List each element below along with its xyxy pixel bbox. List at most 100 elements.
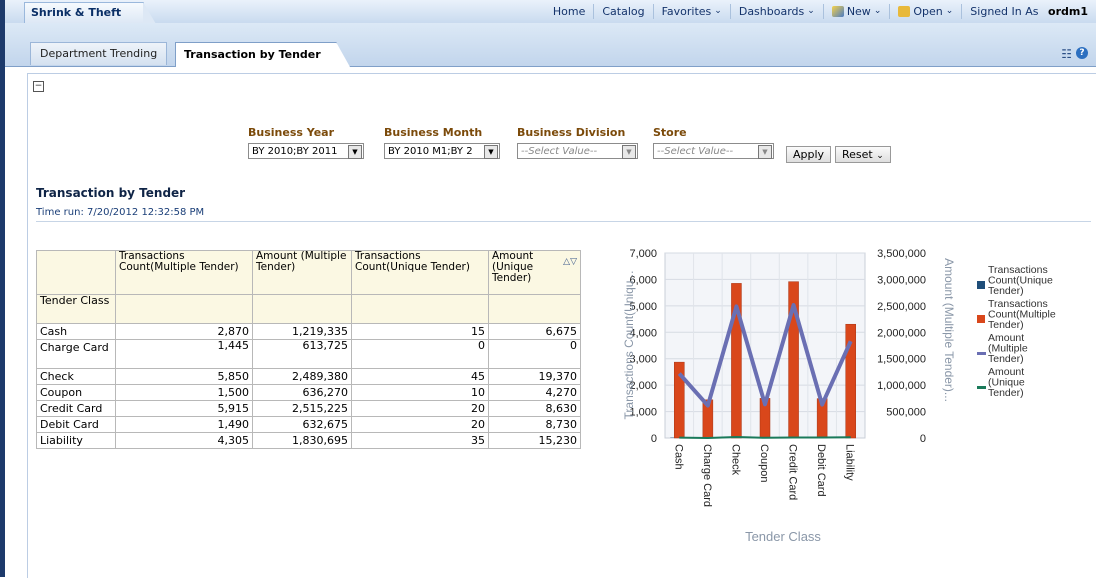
global-nav: Home Catalog Favorites⌄ Dashboards⌄ New⌄… (545, 0, 1096, 23)
prompt-business-month: Business Month BY 2010 M1;BY 2 ▼ (384, 126, 500, 159)
reset-button[interactable]: Reset ⌄ (835, 146, 891, 163)
nav-signed-in[interactable]: Signed In As ordm1 (961, 4, 1096, 19)
column-header-sorted[interactable]: Amount (Unique Tender) △▽ (489, 251, 581, 295)
column-header[interactable]: Amount (Multiple Tender) (253, 251, 352, 295)
select-value: BY 2010;BY 2011 (252, 146, 337, 157)
nav-favorites[interactable]: Favorites⌄ (653, 4, 730, 19)
chevron-down-icon: ⌄ (874, 4, 882, 19)
column-header-label: Amount (Unique Tender) (492, 251, 542, 284)
row-label: Liability (37, 433, 116, 449)
row-label: Coupon (37, 385, 116, 401)
cell: 5,915 (116, 401, 253, 417)
help-icon[interactable]: ? (1076, 47, 1088, 59)
chevron-down-icon: ⌄ (714, 4, 722, 19)
prompt-label: Business Year (248, 126, 364, 139)
left-frame-bar (0, 0, 5, 577)
column-header[interactable]: Transactions Count(Unique Tender) (352, 251, 489, 295)
empty-cell (489, 295, 581, 324)
cell: 6,675 (489, 324, 581, 340)
select-value: --Select Value-- (521, 146, 597, 157)
row-label: Check (37, 369, 116, 385)
column-header[interactable]: Transactions Count(Multiple Tender) (116, 251, 253, 295)
table-row: Liability 4,305 1,830,695 35 15,230 (37, 433, 581, 449)
tab-department-trending[interactable]: Department Trending (30, 42, 167, 65)
dropdown-arrow-icon[interactable]: ▼ (758, 145, 772, 159)
select-value: --Select Value-- (657, 146, 733, 157)
dropdown-arrow-icon[interactable]: ▼ (484, 145, 498, 159)
table-row: Charge Card 1,445 613,725 0 0 (37, 340, 581, 369)
cell: 636,270 (253, 385, 352, 401)
sort-icon[interactable]: △▽ (563, 257, 577, 284)
cell: 19,370 (489, 369, 581, 385)
dropdown-arrow-icon[interactable]: ▼ (348, 145, 362, 159)
cell: 0 (489, 340, 581, 369)
empty-cell (352, 295, 489, 324)
cell: 4,270 (489, 385, 581, 401)
cell: 10 (352, 385, 489, 401)
prompt-store: Store --Select Value--▼ (653, 126, 774, 159)
collapse-section-icon[interactable]: − (33, 81, 44, 92)
nav-catalog-label: Catalog (602, 4, 644, 19)
cell: 5,850 (116, 369, 253, 385)
table-row: Coupon 1,500 636,270 10 4,270 (37, 385, 581, 401)
report-title: Transaction by Tender (36, 186, 185, 200)
nav-home-label: Home (553, 4, 585, 19)
nav-catalog[interactable]: Catalog (593, 4, 652, 19)
reset-label: Reset (842, 148, 873, 161)
prompt-business-year: Business Year BY 2010;BY 2011 ▼ (248, 126, 364, 159)
prompt-label: Business Month (384, 126, 500, 139)
chevron-down-icon: ⌄ (807, 4, 815, 19)
nav-dashboards[interactable]: Dashboards⌄ (730, 4, 823, 19)
tab-label: Department Trending (40, 47, 157, 60)
cell: 1,830,695 (253, 433, 352, 449)
nav-new[interactable]: New⌄ (823, 4, 890, 19)
select-value: BY 2010 M1;BY 2 (388, 146, 473, 157)
cell: 613,725 (253, 340, 352, 369)
nav-open[interactable]: Open⌄ (889, 4, 961, 19)
business-year-select[interactable]: BY 2010;BY 2011 ▼ (248, 143, 364, 159)
nav-home[interactable]: Home (545, 4, 593, 19)
cell: 15 (352, 324, 489, 340)
cell: 632,675 (253, 417, 352, 433)
apply-label: Apply (793, 148, 824, 161)
cell: 2,515,225 (253, 401, 352, 417)
row-header-row: Tender Class (37, 295, 581, 324)
business-month-select[interactable]: BY 2010 M1;BY 2 ▼ (384, 143, 500, 159)
cell: 4,305 (116, 433, 253, 449)
nav-open-label: Open (913, 4, 942, 19)
apply-button[interactable]: Apply (786, 146, 831, 163)
table-row: Check 5,850 2,489,380 45 19,370 (37, 369, 581, 385)
chevron-down-icon: ⌄ (876, 151, 884, 161)
cell: 45 (352, 369, 489, 385)
cell: 8,730 (489, 417, 581, 433)
tab-strip (5, 23, 1096, 67)
app-title: Shrink & Theft (31, 6, 121, 19)
cell: 2,870 (116, 324, 253, 340)
cell: 20 (352, 417, 489, 433)
prompt-label: Business Division (517, 126, 638, 139)
corner-cell (37, 251, 116, 295)
folder-icon (898, 6, 910, 17)
cell: 1,219,335 (253, 324, 352, 340)
cell: 0 (352, 340, 489, 369)
pivot-table: Transactions Count(Multiple Tender) Amou… (36, 250, 581, 449)
tab-transaction-by-tender[interactable]: Transaction by Tender (175, 42, 337, 67)
business-division-select[interactable]: --Select Value-- ▼ (517, 143, 638, 159)
cell: 20 (352, 401, 489, 417)
dashboard-tab-bar: Department Trending Transaction by Tende… (5, 23, 1096, 65)
time-run: Time run: 7/20/2012 12:32:58 PM (36, 207, 204, 218)
store-select[interactable]: --Select Value-- ▼ (653, 143, 774, 159)
dropdown-arrow-icon[interactable]: ▼ (622, 145, 636, 159)
page-options-icon[interactable]: ☷ (1061, 47, 1072, 61)
page-options: ☷ ? (1061, 47, 1088, 61)
nav-dashboards-label: Dashboards (739, 4, 804, 19)
cell: 35 (352, 433, 489, 449)
cell: 15,230 (489, 433, 581, 449)
tab-label: Transaction by Tender (184, 48, 321, 61)
empty-cell (116, 295, 253, 324)
signed-in-label: Signed In As (970, 4, 1038, 19)
table-row: Credit Card 5,915 2,515,225 20 8,630 (37, 401, 581, 417)
app-title-tab[interactable]: Shrink & Theft (24, 2, 144, 23)
nav-favorites-label: Favorites (662, 4, 712, 19)
empty-cell (253, 295, 352, 324)
